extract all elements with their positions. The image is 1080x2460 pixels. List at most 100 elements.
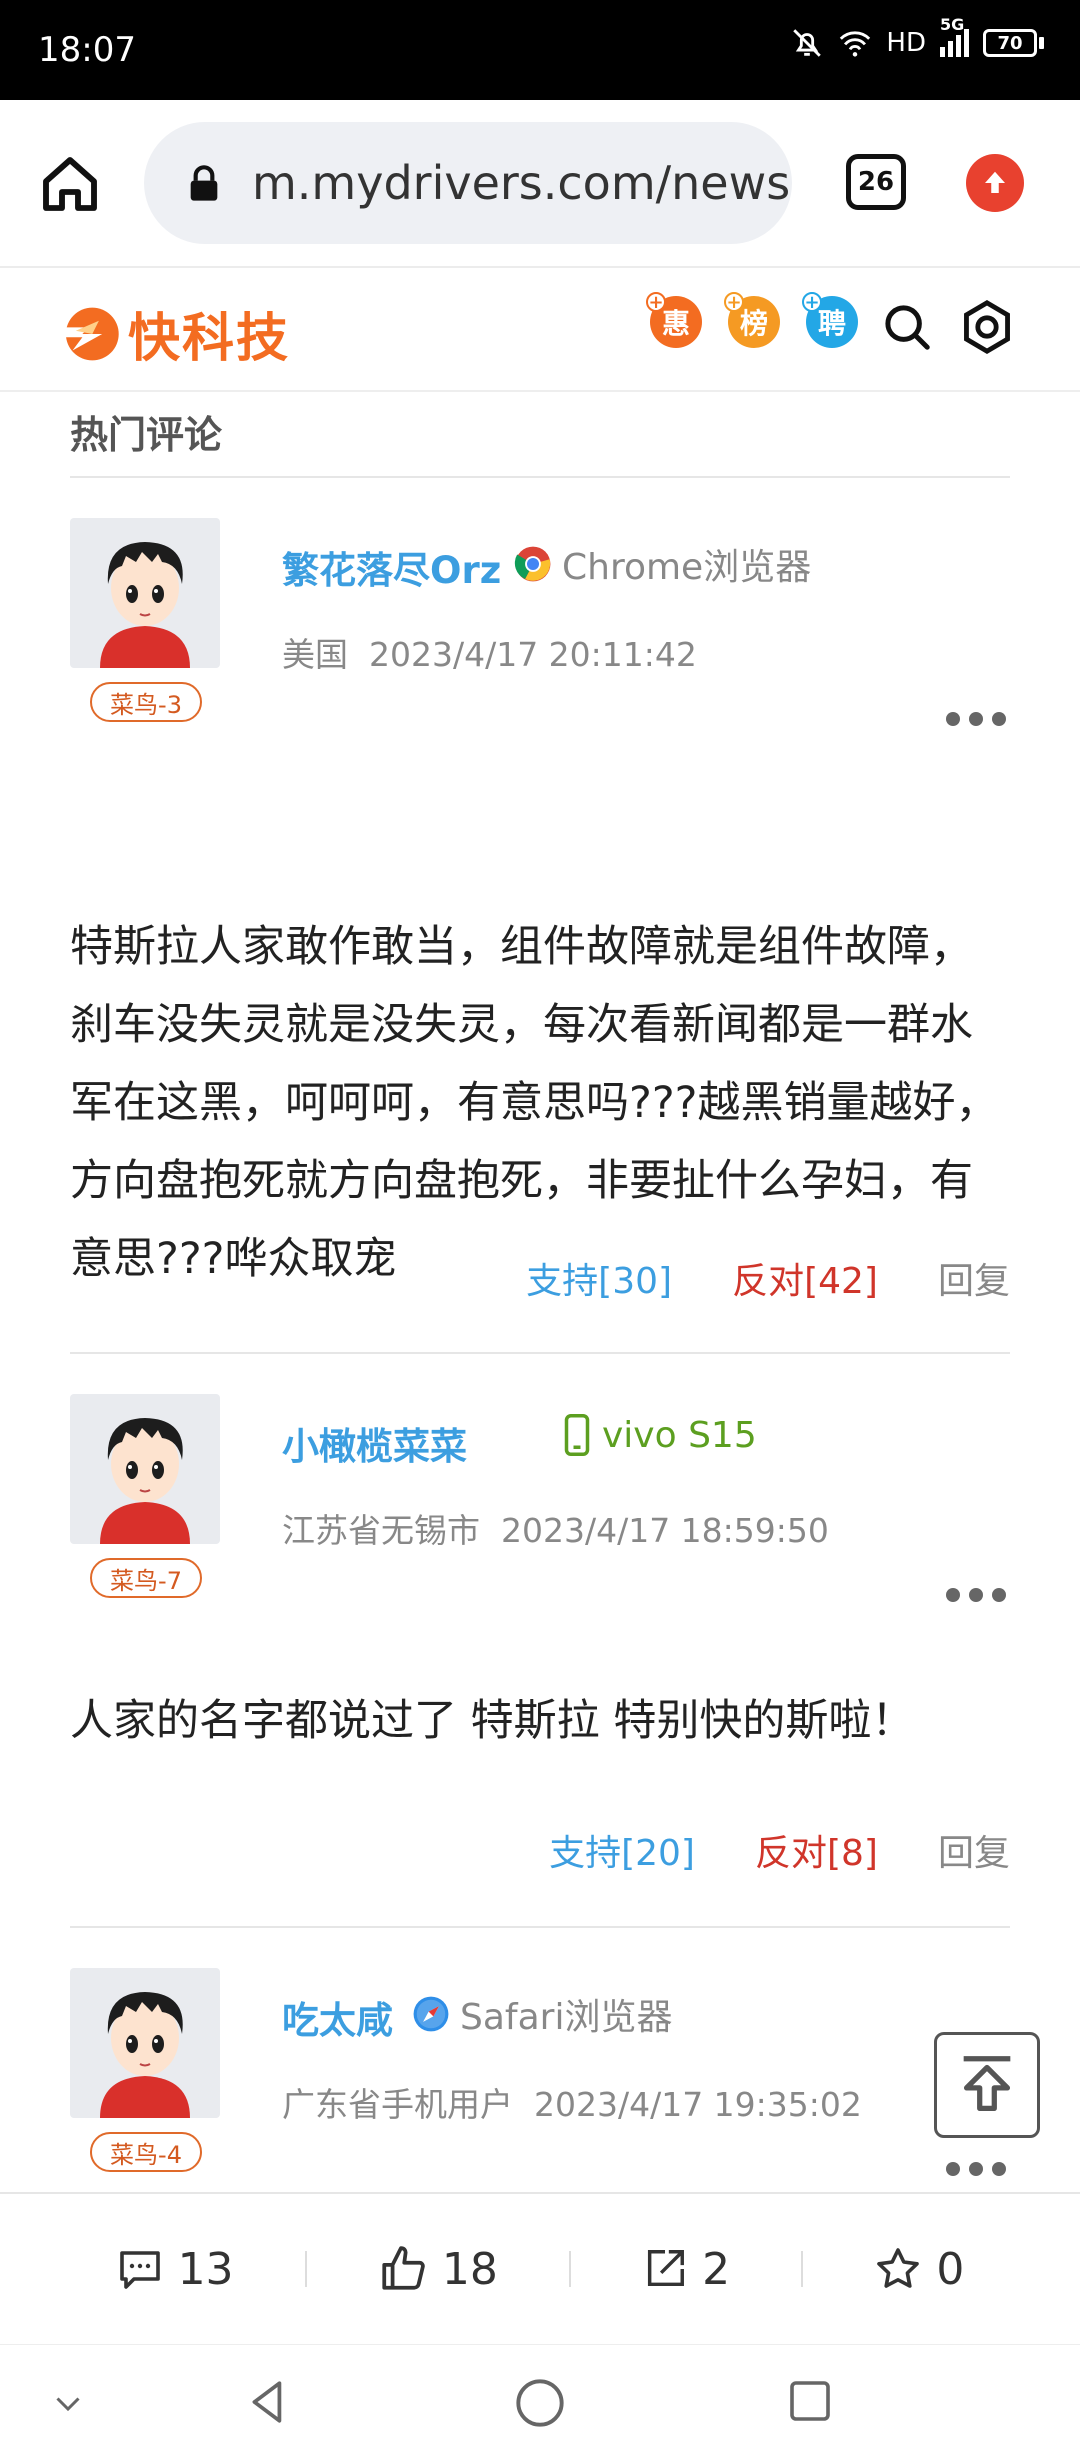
tabs-button[interactable]: 26	[846, 154, 906, 210]
phone-icon	[564, 1414, 590, 1456]
comment-device: vivo S15	[562, 1414, 757, 1456]
mute-bell-icon	[793, 29, 822, 57]
arrow-up-icon	[963, 2056, 1011, 2111]
comment-count-button[interactable]: 13	[116, 2244, 234, 2295]
share-icon	[648, 2250, 685, 2287]
avatar-cartoon-icon	[100, 542, 190, 668]
home-icon[interactable]	[38, 152, 102, 216]
deals-icon[interactable]: + 惠	[646, 292, 702, 348]
site-header: 快科技 + 惠 + 榜 + 聘	[0, 270, 1080, 392]
support-button[interactable]: 支持[30]	[526, 1252, 672, 1304]
device-name: vivo S15	[602, 1414, 757, 1456]
star-icon	[877, 2248, 920, 2288]
device-name: Chrome浏览器	[562, 547, 812, 588]
comment-time: 2023/4/17 18:59:50	[500, 1511, 829, 1550]
ranking-label: 榜	[739, 307, 768, 340]
logo-text: 快科技	[128, 309, 291, 369]
reply-button[interactable]: 回复	[938, 1252, 1010, 1304]
comment-icon	[119, 2251, 160, 2289]
comment-username[interactable]: 吃太咸	[282, 1990, 393, 2044]
avatar[interactable]	[70, 1968, 220, 2118]
comment-time: 2023/4/17 20:11:42	[368, 635, 697, 674]
home-nav-icon[interactable]	[514, 2377, 566, 2433]
comments-section: 热门评论 菜鸟-3 繁花落尽Orz Chrome浏览器 美国 2023/4/17…	[70, 392, 1010, 2228]
comment-count: 13	[177, 2243, 234, 2295]
upload-button[interactable]	[966, 154, 1024, 212]
scroll-to-top-button[interactable]	[934, 2032, 1040, 2138]
article-action-bar: 13 18 2 0	[0, 2192, 1080, 2344]
avatar[interactable]	[70, 518, 220, 668]
comment-device: Safari浏览器	[412, 1988, 672, 2040]
more-options-icon[interactable]	[946, 712, 1006, 728]
site-logo[interactable]: 快科技	[56, 296, 290, 371]
system-nav-bar	[0, 2344, 1080, 2460]
wifi-icon	[840, 31, 871, 57]
safari-icon	[413, 1996, 449, 2032]
settings-icon[interactable]	[958, 298, 1016, 356]
browser-toolbar: m.mydrivers.com/newsv 26	[0, 100, 1080, 268]
ranking-icon[interactable]: + 榜	[724, 292, 780, 348]
signal-icon: 5G	[940, 15, 969, 57]
jobs-icon[interactable]: + 聘	[802, 292, 858, 348]
more-options-icon[interactable]	[946, 1588, 1006, 1604]
avatar[interactable]	[70, 1394, 220, 1544]
status-icons: HD 5G 70	[790, 15, 1044, 60]
comment-meta: 美国 2023/4/17 20:11:42	[282, 628, 697, 676]
battery-icon: 70	[983, 29, 1044, 57]
reply-button[interactable]: 回复	[938, 1824, 1010, 1876]
comment-meta: 广东省手机用户 2023/4/17 19:35:02	[282, 2078, 862, 2126]
comment-item: 菜鸟-7 小橄榄菜菜 vivo S15 江苏省无锡市 2023/4/17 18:…	[70, 1354, 1010, 1928]
device-name: Safari浏览器	[460, 1997, 673, 2038]
network-type-label: HD	[886, 28, 926, 58]
share-button[interactable]: 2	[642, 2244, 730, 2295]
comment-text: 特斯拉人家敢作敢当，组件故障就是组件故障，刹车没失灵就是没失灵，每次看新闻都是一…	[70, 922, 999, 1284]
status-bar: 18:07 HD 5G 70	[0, 0, 1080, 100]
status-time: 18:07	[38, 30, 136, 70]
chrome-icon	[514, 546, 551, 582]
address-bar[interactable]: m.mydrivers.com/newsv	[144, 122, 792, 244]
comment-actions: 支持[30] 反对[42] 回复	[526, 1252, 1010, 1304]
divider	[568, 2251, 571, 2287]
favorite-button[interactable]: 0	[874, 2244, 964, 2295]
comment-item: 菜鸟-3 繁花落尽Orz Chrome浏览器 美国 2023/4/17 20:1…	[70, 478, 1010, 1354]
favorite-count: 0	[936, 2243, 965, 2295]
like-count: 18	[441, 2243, 498, 2295]
collapse-chevron-icon[interactable]	[50, 2385, 86, 2425]
comment-username[interactable]: 繁花落尽Orz	[282, 540, 501, 594]
lock-icon	[190, 165, 218, 201]
user-level-badge: 菜鸟-4	[90, 2132, 202, 2172]
avatar-cartoon-icon	[100, 1418, 190, 1544]
logo-mark-icon	[59, 307, 119, 360]
battery-level: 70	[983, 29, 1037, 57]
comment-device: Chrome浏览器	[514, 538, 811, 590]
user-level-badge: 菜鸟-3	[90, 682, 202, 722]
url-text: m.mydrivers.com/newsv	[252, 156, 792, 210]
comment-text: 人家的名字都说过了 特斯拉 特别快的斯啦！	[70, 1696, 915, 1746]
avatar-cartoon-icon	[100, 1992, 190, 2118]
comment-item: 菜鸟-4 吃太咸 Safari浏览器 广东省手机用户 2023/4/17 19:…	[70, 1928, 1010, 2228]
comment-location: 广东省手机用户	[282, 2085, 513, 2124]
comment-time: 2023/4/17 19:35:02	[533, 2085, 862, 2124]
comment-actions: 支持[20] 反对[8] 回复	[549, 1824, 1010, 1876]
support-button[interactable]: 支持[20]	[549, 1824, 695, 1876]
comment-username[interactable]: 小橄榄菜菜	[282, 1416, 467, 1470]
jobs-label: 聘	[817, 307, 846, 340]
arrow-up-icon	[985, 171, 1005, 193]
comment-location: 江苏省无锡市	[282, 1511, 480, 1550]
divider	[304, 2251, 307, 2287]
share-count: 2	[702, 2243, 731, 2295]
divider	[801, 2251, 804, 2287]
like-button[interactable]: 18	[378, 2244, 498, 2295]
search-icon[interactable]	[880, 300, 934, 354]
oppose-button[interactable]: 反对[42]	[732, 1252, 878, 1304]
recent-apps-icon[interactable]	[786, 2377, 834, 2429]
comment-location: 美国	[282, 635, 348, 674]
user-level-badge: 菜鸟-7	[90, 1558, 202, 1598]
oppose-button[interactable]: 反对[8]	[755, 1824, 878, 1876]
comment-meta: 江苏省无锡市 2023/4/17 18:59:50	[282, 1504, 829, 1552]
section-title: 热门评论	[70, 392, 1010, 478]
more-options-icon[interactable]	[946, 2162, 1006, 2178]
back-icon[interactable]	[244, 2377, 294, 2431]
thumbs-up-icon	[382, 2246, 425, 2290]
deals-label: 惠	[661, 307, 690, 340]
